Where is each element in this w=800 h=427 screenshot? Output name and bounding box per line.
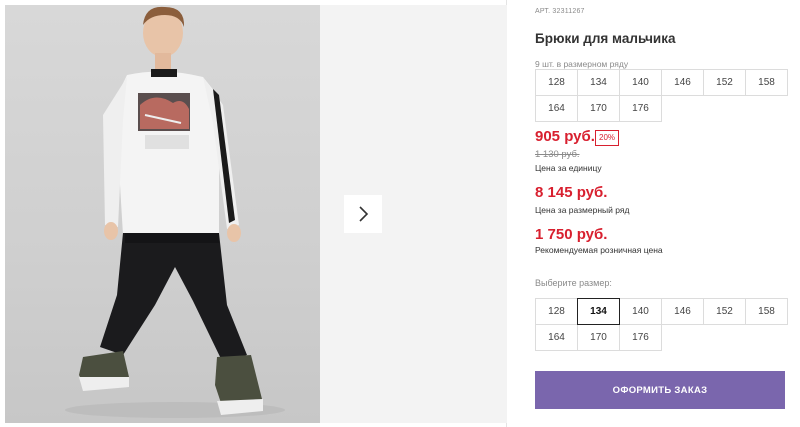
choose-size-label: Выберите размер:	[535, 278, 612, 288]
product-title: Брюки для мальчика	[535, 31, 676, 46]
size-option[interactable]: 176	[619, 324, 662, 351]
set-price: 8 145 руб.	[535, 184, 608, 201]
rrp-price-label: Рекомендуемая розничная цена	[535, 245, 663, 255]
size-option[interactable]: 146	[661, 298, 704, 325]
size-set-cell: 134	[577, 69, 620, 96]
size-set-cell: 158	[745, 69, 788, 96]
set-price-label: Цена за размерный ряд	[535, 205, 630, 215]
size-selector: 128 134 140 146 152 158 164 170 176	[535, 298, 788, 351]
size-option[interactable]: 158	[745, 298, 788, 325]
size-set-cell: 170	[577, 95, 620, 122]
product-details: АРТ. 32311267 Брюки для мальчика 9 шт. в…	[535, 0, 790, 427]
size-set-cell: 164	[535, 95, 578, 122]
size-option[interactable]: 152	[703, 298, 746, 325]
size-option[interactable]: 140	[619, 298, 662, 325]
rrp-price: 1 750 руб.	[535, 226, 608, 243]
size-option[interactable]: 128	[535, 298, 578, 325]
size-option[interactable]: 164	[535, 324, 578, 351]
gallery-next-button[interactable]	[344, 195, 382, 233]
chevron-right-icon	[359, 206, 369, 222]
size-set-cell: 140	[619, 69, 662, 96]
product-gallery	[0, 0, 507, 427]
place-order-button[interactable]: ОФОРМИТЬ ЗАКАЗ	[535, 371, 785, 409]
unit-price-label: Цена за единицу	[535, 163, 602, 173]
product-page: АРТ. 32311267 Брюки для мальчика 9 шт. в…	[0, 0, 800, 427]
discount-badge: 20%	[595, 130, 620, 146]
size-set-cell: 176	[619, 95, 662, 122]
old-price: 1 130 руб.	[535, 149, 580, 160]
size-option-selected[interactable]: 134	[577, 298, 620, 325]
size-set-cell: 146	[661, 69, 704, 96]
size-set-cell: 152	[703, 69, 746, 96]
model-illustration	[65, 6, 285, 418]
size-set-cell: 128	[535, 69, 578, 96]
product-photo	[5, 5, 320, 423]
size-option[interactable]: 170	[577, 324, 620, 351]
quantity-note: 9 шт. в размерном ряду	[535, 59, 629, 69]
unit-price: 905 руб.	[535, 128, 595, 145]
size-set-grid: 128 134 140 146 152 158 164 170 176	[535, 69, 788, 122]
article-number: АРТ. 32311267	[535, 8, 585, 15]
